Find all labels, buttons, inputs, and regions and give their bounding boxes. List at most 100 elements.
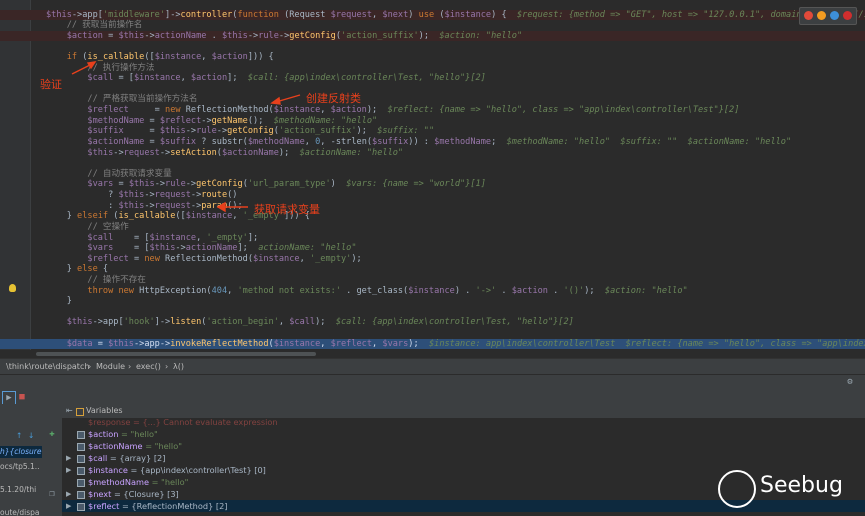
code-line[interactable]: // 空操作 (0, 222, 865, 233)
frame-up-icon[interactable]: ↑ (16, 430, 28, 442)
code-token: 'url_param_type' (247, 179, 331, 190)
code-token: (); (247, 115, 274, 126)
frame-item-closure[interactable]: h}{closure (0, 446, 42, 458)
code-token: )) : (408, 136, 435, 147)
code-line[interactable]: $methodName = $reflect->getName(); $meth… (0, 116, 865, 127)
code-line[interactable]: $this->app['middleware']->controller (fun… (0, 9, 865, 21)
code-token: $this (66, 317, 93, 328)
code-token: , (372, 9, 383, 20)
breadcrumb-item-exec[interactable]: exec() (136, 362, 161, 371)
variable-type-icon (77, 479, 85, 487)
code-line-text: $reflect = new ReflectionMethod($instanc… (46, 254, 361, 265)
code-token: , (320, 105, 331, 116)
code-token: $call (289, 317, 316, 328)
variable-row[interactable]: $action = "hello" (62, 428, 865, 440)
copy-icon[interactable]: ❐ (46, 489, 58, 501)
frame-item-dispatch[interactable]: oute/dispa (0, 507, 42, 516)
code-line[interactable]: $call = [$instance, $action]; $call: {ap… (0, 73, 865, 84)
code-line[interactable]: $action = $this->actionName . $this->rul… (0, 30, 865, 42)
chrome-icon[interactable] (804, 11, 813, 20)
code-token: '()' (563, 285, 585, 296)
breadcrumb-item-module[interactable]: Module (96, 362, 125, 371)
code-token: actionName (154, 30, 207, 41)
add-watch-icon[interactable]: ✚ (46, 429, 58, 441)
browser-preview-icons[interactable] (799, 7, 857, 25)
code-line[interactable]: $vars = [$this->actionName]; actionName:… (0, 243, 865, 254)
code-line[interactable]: // 严格获取当前操作方法名 (0, 94, 865, 105)
code-line[interactable]: $this->app['hook']->listen('action_begin… (0, 317, 865, 328)
code-editor[interactable]: $this->app['middleware']->controller(fun… (0, 0, 865, 350)
code-token: ? substr( (196, 136, 248, 147)
code-token: $this (221, 30, 248, 41)
code-line[interactable]: // 自动获取请求变量 (0, 169, 865, 180)
code-line[interactable] (0, 84, 865, 95)
code-token: $action (190, 73, 228, 84)
code-line[interactable]: $vars = $this->rule->getConfig('url_para… (0, 179, 865, 190)
code-line[interactable] (0, 158, 865, 169)
code-line[interactable]: $actionName = $suffix ? substr($methodNa… (0, 137, 865, 148)
code-token: $this (87, 147, 114, 158)
variable-row[interactable]: $actionName = "hello" (62, 440, 865, 452)
intention-bulb-icon[interactable] (9, 284, 16, 292)
code-token: = [ (113, 243, 150, 254)
firefox-icon[interactable] (817, 11, 826, 20)
code-line[interactable]: $this->request->setAction($actionName); … (0, 148, 865, 159)
variable-row[interactable]: ▶ $call = {array} [2] (62, 452, 865, 464)
breadcrumb-item-dispatch[interactable]: \think\route\dispatch (6, 362, 89, 371)
code-line[interactable]: if (is_callable([$instance, $action])) { (0, 52, 865, 63)
code-line-text: } else { (46, 264, 108, 275)
code-line[interactable]: } elseif (is_callable([$instance, '_empt… (0, 211, 865, 222)
safari-icon[interactable] (830, 11, 839, 20)
gear-icon[interactable]: ⚙ (844, 376, 856, 388)
frame-item-version[interactable]: 5.1.20/thi (0, 484, 42, 496)
code-token: -> (175, 243, 186, 254)
code-line[interactable]: : $this->request->param(); (0, 201, 865, 212)
expand-chevron-icon[interactable]: ▶ (66, 488, 71, 500)
expand-chevron-icon[interactable]: ▶ (66, 452, 71, 464)
code-line[interactable]: // 执行操作方法 (0, 63, 865, 74)
expand-chevron-icon[interactable]: ▶ (66, 500, 71, 512)
frame-down-icon[interactable]: ↓ (28, 430, 40, 442)
code-line[interactable]: // 获取当前操作名 (0, 20, 865, 31)
code-line[interactable]: } (0, 296, 865, 307)
resume-icon[interactable]: ▶ (2, 391, 16, 405)
code-token: ) (330, 179, 347, 190)
code-token: use (418, 9, 435, 20)
horizontal-scrollbar-track[interactable] (0, 350, 865, 358)
opera-icon[interactable] (843, 11, 852, 20)
code-line[interactable]: $data = $this->app->invokeReflectMethod(… (0, 338, 865, 350)
code-line[interactable]: // 操作不存在 (0, 275, 865, 286)
code-line[interactable] (0, 41, 865, 52)
code-token: -> (278, 30, 290, 41)
code-line[interactable]: ? $this->request->route() (0, 190, 865, 201)
code-line[interactable]: $call = [$instance, '_empty']; (0, 233, 865, 244)
code-line[interactable]: $reflect = new ReflectionMethod($instanc… (0, 254, 865, 265)
code-line[interactable]: throw new HttpException(404, 'method not… (0, 286, 865, 297)
code-token: getConfig (289, 30, 336, 41)
code-token: $action (330, 105, 367, 116)
stop-icon[interactable]: ■ (16, 391, 28, 403)
frame-item-path[interactable]: ocs/tp5.1.. (0, 461, 42, 473)
code-token: $actionName (87, 136, 145, 147)
breadcrumb-item-lambda[interactable]: λ() (173, 362, 184, 371)
code-line[interactable] (0, 328, 865, 339)
code-token: $methodName (434, 136, 492, 147)
code-token: $instance (185, 211, 233, 222)
code-line[interactable] (0, 307, 865, 318)
code-token: $reflect: {name => "hello", class => "ap… (387, 105, 740, 116)
code-line[interactable]: $reflect = new ReflectionMethod($instanc… (0, 105, 865, 116)
code-token: = [ (113, 232, 150, 243)
horizontal-scrollbar-thumb[interactable] (36, 352, 316, 356)
expand-chevron-icon[interactable]: ▶ (66, 464, 71, 476)
code-line[interactable]: } else { (0, 264, 865, 275)
code-token: ->app-> (133, 338, 171, 349)
code-line[interactable]: $suffix = $this->rule->getConfig('action… (0, 126, 865, 137)
code-token: = (92, 338, 109, 349)
annotation-create-reflection: 创建反射类 (306, 92, 361, 105)
code-token: // 严格获取当前操作方法名 (46, 94, 198, 105)
code-token: $suffix: "" (377, 126, 435, 137)
code-token: , (278, 317, 290, 328)
